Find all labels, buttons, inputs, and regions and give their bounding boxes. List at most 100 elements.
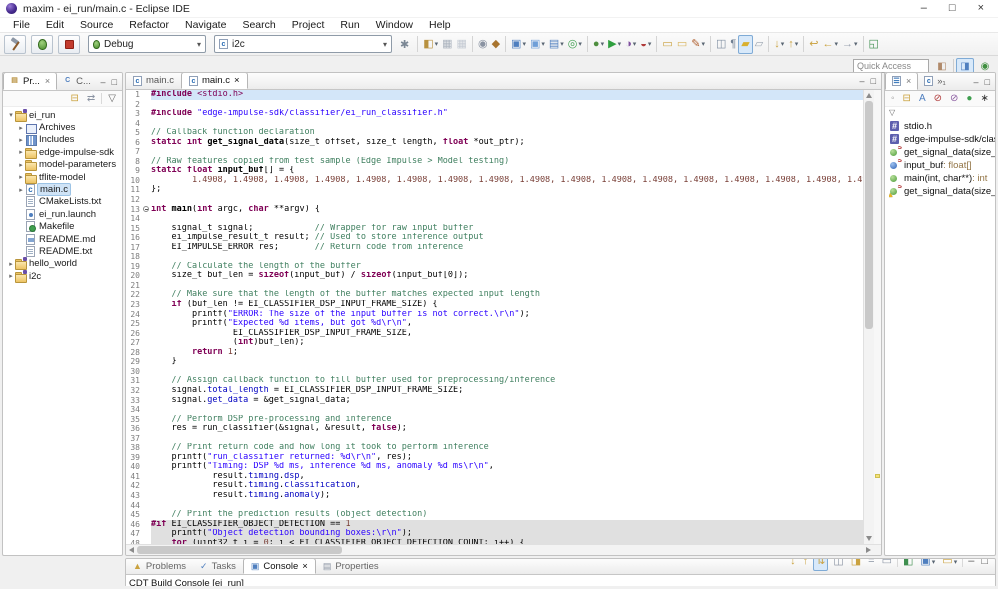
chevron-collapsed-icon[interactable]: ▸ bbox=[17, 186, 25, 194]
show-whitespace-icon[interactable]: ¶ bbox=[728, 35, 738, 54]
stop-button[interactable] bbox=[58, 35, 80, 54]
outline-item-stdio-h[interactable]: stdio.h bbox=[889, 120, 995, 133]
maximize-view-icon[interactable]: □ bbox=[985, 77, 990, 87]
focus-icon[interactable]: ◦ bbox=[889, 89, 897, 108]
tab-pr-[interactable]: ▤Pr...× bbox=[3, 72, 57, 90]
tree-item-archives[interactable]: ▸Archives bbox=[3, 121, 122, 133]
previous-annotation-icon[interactable]: ↑▾ bbox=[786, 35, 800, 54]
menu-help[interactable]: Help bbox=[422, 18, 458, 32]
forward-icon[interactable]: →▾ bbox=[840, 35, 860, 54]
outline-item-get-signal-data-size-t-si[interactable]: Sget_signal_data(size_t, si bbox=[889, 146, 995, 159]
link-with-editor-icon[interactable]: ∗ bbox=[978, 89, 990, 108]
tab-main-c[interactable]: cmain.c bbox=[126, 72, 181, 89]
tab-c-[interactable]: CC... bbox=[57, 72, 98, 90]
toggle-editor-icon[interactable]: ◫ bbox=[714, 35, 728, 54]
chevron-collapsed-icon[interactable]: ▸ bbox=[17, 161, 25, 169]
fold-collapse-icon[interactable] bbox=[143, 205, 151, 215]
tab-outline[interactable]: ☰× bbox=[885, 72, 918, 90]
quick-access-input[interactable] bbox=[853, 59, 929, 73]
scroll-up-arrow-icon[interactable] bbox=[866, 93, 872, 98]
tree-item-edge-impulse-sdk[interactable]: ▸edge-impulse-sdk bbox=[3, 146, 122, 158]
link-with-editor-icon[interactable]: ⇄ bbox=[85, 89, 97, 108]
collapse-all-icon[interactable]: ⊟ bbox=[901, 89, 913, 108]
outline-item-input-buf[interactable]: Sinput_buf : float[] bbox=[889, 159, 995, 172]
tree-item-main-c[interactable]: ▸main.c bbox=[3, 183, 122, 195]
outline-item-edge-impulse-sdk-class[interactable]: edge-impulse-sdk/class bbox=[889, 133, 995, 146]
warning-marker[interactable] bbox=[875, 474, 880, 478]
code-editor[interactable]: 1#include <stdio.h>23#include "edge-impu… bbox=[126, 90, 881, 544]
tree-item-ei-run[interactable]: ▾ei_run bbox=[3, 109, 122, 121]
import-icon[interactable]: ▭ bbox=[675, 35, 689, 54]
tree-item-tflite-model[interactable]: ▸tflite-model bbox=[3, 171, 122, 183]
open-log-icon[interactable]: ◧ bbox=[901, 558, 915, 571]
close-button[interactable]: × bbox=[978, 3, 984, 14]
close-icon[interactable]: × bbox=[45, 76, 50, 86]
coverage-icon[interactable]: ◒▾ bbox=[638, 35, 653, 54]
tab-properties[interactable]: ▤Properties bbox=[316, 558, 386, 574]
tab-console[interactable]: ▣Console× bbox=[243, 558, 316, 574]
chevron-expanded-icon[interactable]: ▾ bbox=[7, 111, 15, 119]
open-folder-icon[interactable]: ▭ bbox=[660, 35, 674, 54]
view-menu-icon[interactable]: ▽ bbox=[106, 89, 118, 108]
open-console-icon[interactable]: ▭▾ bbox=[940, 558, 959, 571]
scroll-lock-icon[interactable]: ⇅ bbox=[813, 558, 828, 571]
menu-window[interactable]: Window bbox=[369, 18, 420, 32]
tab-tasks[interactable]: ✓Tasks bbox=[193, 558, 243, 574]
scroll-right-arrow-icon[interactable] bbox=[866, 547, 871, 553]
build-button[interactable] bbox=[4, 35, 26, 54]
debug-icon[interactable]: ●▾ bbox=[591, 35, 606, 54]
maximize-view-icon[interactable]: □ bbox=[112, 77, 117, 87]
new-c-project-icon[interactable]: ▣▾ bbox=[509, 35, 528, 54]
refresh-icon[interactable]: ◉ bbox=[476, 35, 490, 54]
maximize-button[interactable]: □ bbox=[949, 3, 956, 14]
menu-refactor[interactable]: Refactor bbox=[122, 18, 176, 32]
tree-item-cmakelists-txt[interactable]: CMakeLists.txt bbox=[3, 196, 122, 208]
pin-console-icon[interactable]: = bbox=[866, 558, 876, 571]
block-selection-icon[interactable]: ▱ bbox=[753, 35, 765, 54]
horizontal-scroll-thumb[interactable] bbox=[137, 546, 342, 554]
close-icon[interactable]: × bbox=[234, 75, 240, 86]
tree-item-includes[interactable]: ▸Includes bbox=[3, 134, 122, 146]
hide-fields-icon[interactable]: ⊘ bbox=[932, 89, 944, 108]
save-all-icon[interactable]: ▦ bbox=[455, 35, 469, 54]
new-c-file-icon[interactable]: ▤▾ bbox=[547, 35, 566, 54]
launch-settings-gear-icon[interactable]: ✱ bbox=[397, 38, 412, 51]
debug-button[interactable] bbox=[31, 35, 53, 54]
menu-run[interactable]: Run bbox=[333, 18, 366, 32]
back-icon[interactable]: ←▾ bbox=[820, 35, 840, 54]
chevron-collapsed-icon[interactable]: ▸ bbox=[17, 124, 25, 132]
menu-file[interactable]: File bbox=[6, 18, 37, 32]
collapse-all-icon[interactable]: ⊟ bbox=[69, 89, 81, 108]
chevron-collapsed-icon[interactable]: ▸ bbox=[17, 173, 25, 181]
mark-occurrences-icon[interactable]: ▰ bbox=[738, 35, 752, 54]
minimize-view-icon[interactable]: – bbox=[860, 76, 865, 86]
scroll-left-arrow-icon[interactable] bbox=[129, 547, 134, 553]
minimize-view-icon[interactable]: – bbox=[966, 558, 976, 571]
launch-mode-combo[interactable]: Debug ▾ bbox=[88, 35, 206, 53]
menu-navigate[interactable]: Navigate bbox=[178, 18, 233, 32]
scroll-down-icon[interactable]: ↓ bbox=[788, 558, 798, 571]
word-wrap-icon[interactable]: ◫ bbox=[831, 558, 845, 571]
tree-item-makefile[interactable]: Makefile bbox=[3, 221, 122, 233]
menu-search[interactable]: Search bbox=[235, 18, 282, 32]
chevron-collapsed-icon[interactable]: ▸ bbox=[7, 260, 15, 268]
format-icon[interactable]: ✎▾ bbox=[689, 35, 707, 54]
tree-item-hello-world[interactable]: ▸hello_world bbox=[3, 258, 122, 270]
scroll-up-icon[interactable]: ↑ bbox=[801, 558, 811, 571]
tab--[interactable]: c»₁ bbox=[918, 72, 953, 90]
menu-source[interactable]: Source bbox=[73, 18, 120, 32]
minimize-view-icon[interactable]: – bbox=[974, 77, 979, 87]
skip-breakpoints-icon[interactable]: ◆ bbox=[490, 35, 502, 54]
launch-config-combo[interactable]: c i2c ▾ bbox=[214, 35, 392, 53]
tree-item-i2c[interactable]: ▸i2c bbox=[3, 270, 122, 282]
tree-item-ei-run-launch[interactable]: ei_run.launch bbox=[3, 208, 122, 220]
scroll-down-arrow-icon[interactable] bbox=[866, 536, 872, 541]
maximize-view-icon[interactable]: □ bbox=[871, 76, 876, 86]
outline-item-get-signal-data-size-t-si[interactable]: S▲get_signal_data(size_t, si bbox=[889, 185, 995, 198]
minimize-button[interactable]: – bbox=[921, 3, 927, 14]
new-wizard-icon[interactable]: ◧▾ bbox=[421, 35, 440, 54]
open-type-icon[interactable]: ◱ bbox=[867, 35, 881, 54]
code-generate-icon[interactable]: ◎▾ bbox=[566, 35, 584, 54]
save-icon[interactable]: ▦ bbox=[440, 35, 454, 54]
menu-project[interactable]: Project bbox=[285, 18, 332, 32]
